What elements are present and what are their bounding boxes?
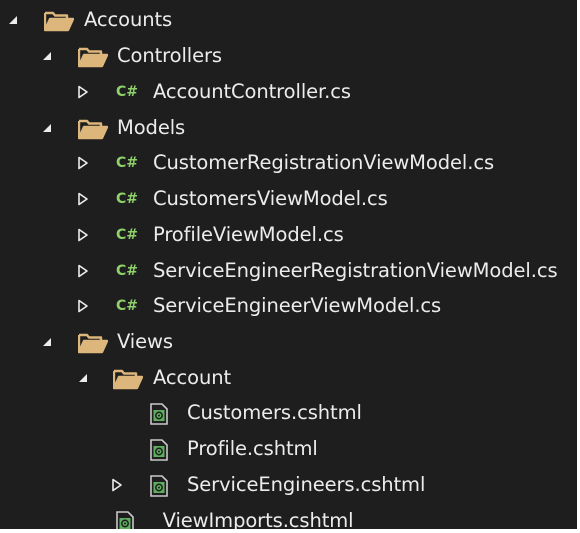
razor-file-icon xyxy=(150,403,168,429)
folder-open-icon xyxy=(77,118,109,144)
tree-item-views[interactable]: Views xyxy=(0,324,577,360)
expanded-arrow-icon[interactable] xyxy=(76,371,90,385)
tree-item-serviceengineers-cshtml[interactable]: ServiceEngineers.cshtml xyxy=(0,467,577,503)
csharp-file-icon: C# xyxy=(116,263,139,279)
folder-open-icon xyxy=(77,46,109,72)
tree-item-controllers[interactable]: Controllers xyxy=(0,38,577,74)
tree-item-label: _ViewImports.cshtml xyxy=(153,509,354,529)
tree-item-label: Controllers xyxy=(117,44,222,67)
collapsed-arrow-icon[interactable] xyxy=(76,85,90,99)
csharp-file-icon: C# xyxy=(116,298,139,314)
tree-item-serviceengineerviewmodel[interactable]: C# ServiceEngineerViewModel.cs xyxy=(0,288,577,324)
csharp-file-icon: C# xyxy=(116,227,139,243)
folder-open-icon xyxy=(77,332,109,358)
collapsed-arrow-icon[interactable] xyxy=(110,478,124,492)
collapsed-arrow-icon[interactable] xyxy=(76,228,90,242)
csharp-file-icon: C# xyxy=(116,155,139,171)
expanded-arrow-icon[interactable] xyxy=(40,121,54,135)
tree-item-label: AccountController.cs xyxy=(153,80,351,103)
tree-item-profile-cshtml[interactable]: Profile.cshtml xyxy=(0,431,577,467)
collapsed-arrow-icon[interactable] xyxy=(76,264,90,278)
tree-item-label: ServiceEngineerRegistrationViewModel.cs xyxy=(153,259,558,282)
tree-item-customers-cshtml[interactable]: Customers.cshtml xyxy=(0,395,577,431)
tree-item-label: CustomersViewModel.cs xyxy=(153,187,388,210)
solution-explorer-tree: Accounts Controllers C# AccountControlle… xyxy=(0,0,577,529)
tree-item-customersviewmodel[interactable]: C# CustomersViewModel.cs xyxy=(0,181,577,217)
razor-file-icon xyxy=(150,439,168,465)
tree-item-label: CustomerRegistrationViewModel.cs xyxy=(153,151,495,174)
tree-item-label: Profile.cshtml xyxy=(187,437,318,460)
tree-item-account-folder[interactable]: Account xyxy=(0,360,577,396)
tree-item-models[interactable]: Models xyxy=(0,110,577,146)
collapsed-arrow-icon[interactable] xyxy=(76,299,90,313)
tree-item-label: Models xyxy=(117,116,186,139)
razor-file-icon xyxy=(150,475,168,501)
collapsed-arrow-icon[interactable] xyxy=(76,192,90,206)
expanded-arrow-icon[interactable] xyxy=(6,13,20,27)
tree-item-label: ProfileViewModel.cs xyxy=(153,223,344,246)
folder-open-icon xyxy=(112,368,144,394)
expanded-arrow-icon[interactable] xyxy=(40,335,54,349)
tree-item-profileviewmodel[interactable]: C# ProfileViewModel.cs xyxy=(0,217,577,253)
folder-open-icon xyxy=(43,10,75,36)
collapsed-arrow-icon[interactable] xyxy=(76,156,90,170)
expanded-arrow-icon[interactable] xyxy=(40,49,54,63)
tree-item-accounts[interactable]: Accounts xyxy=(0,2,577,38)
tree-item-label: Views xyxy=(117,330,173,353)
razor-file-icon xyxy=(116,511,134,529)
tree-item-serviceengineerregistrationviewmodel[interactable]: C# ServiceEngineerRegistrationViewModel.… xyxy=(0,253,577,289)
csharp-file-icon: C# xyxy=(116,191,139,207)
tree-item-label: Accounts xyxy=(84,8,173,31)
tree-item-label: Account xyxy=(153,366,232,389)
tree-item-accountcontroller[interactable]: C# AccountController.cs xyxy=(0,74,577,110)
tree-item-viewimports-cshtml[interactable]: _ViewImports.cshtml xyxy=(0,503,577,529)
tree-item-label: Customers.cshtml xyxy=(187,401,362,424)
tree-item-customerregistrationviewmodel[interactable]: C# CustomerRegistrationViewModel.cs xyxy=(0,145,577,181)
tree-item-label: ServiceEngineers.cshtml xyxy=(187,473,426,496)
csharp-file-icon: C# xyxy=(116,84,139,100)
tree-item-label: ServiceEngineerViewModel.cs xyxy=(153,294,442,317)
